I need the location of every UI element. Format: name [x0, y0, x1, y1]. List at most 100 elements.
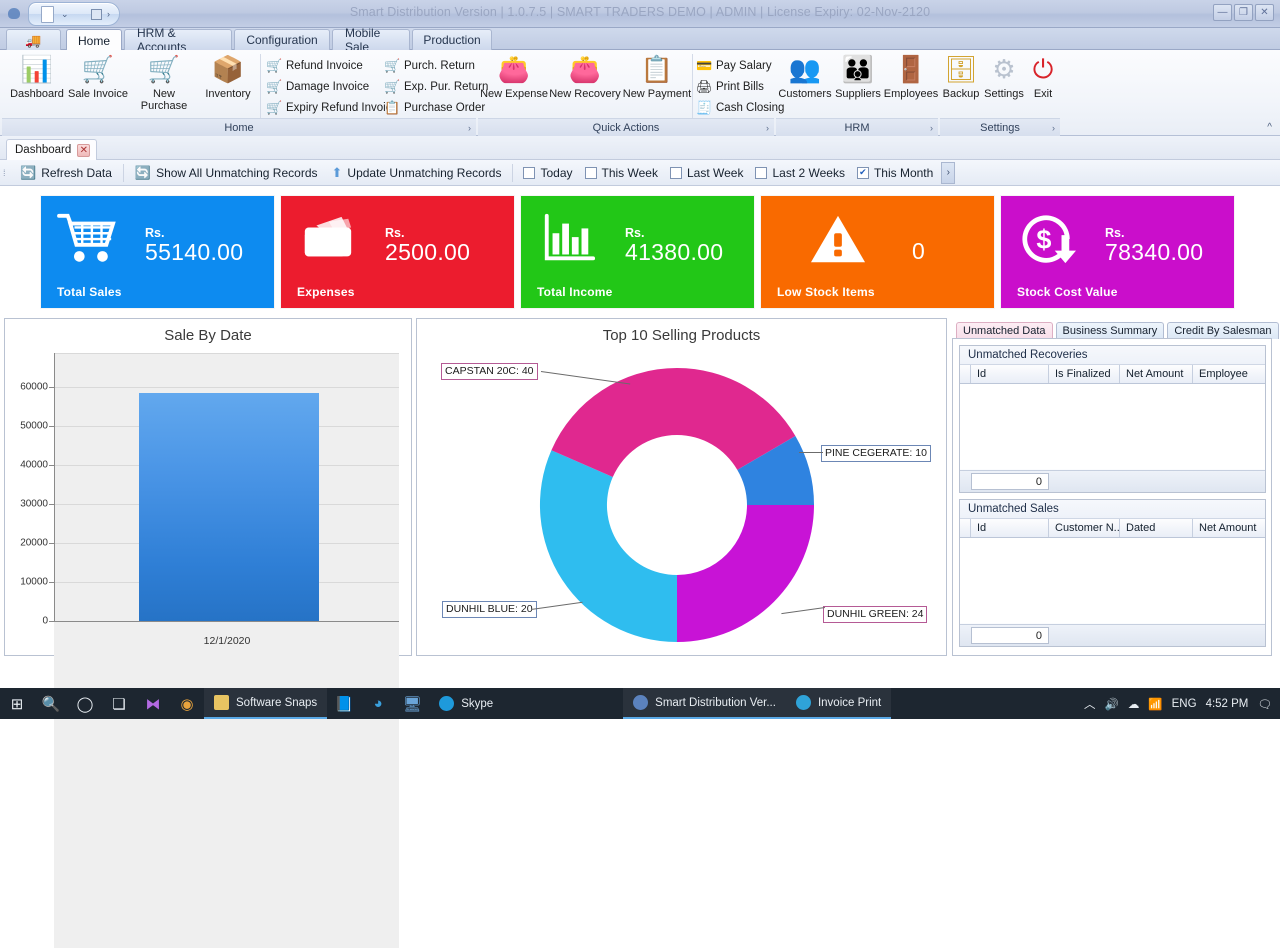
- filter-checkbox-last-week[interactable]: Last Week: [664, 164, 749, 182]
- tab-credit-by-salesman[interactable]: Credit By Salesman: [1167, 322, 1278, 339]
- column-header-net-amount[interactable]: Net Amount: [1120, 365, 1193, 383]
- notification-icon[interactable]: 🗨: [1257, 697, 1272, 711]
- kpi-tile-total-income[interactable]: Rs. 41380.00 Total Income: [521, 196, 754, 308]
- vs-code-icon[interactable]: ⧓: [136, 688, 170, 719]
- column-header-is-finalized[interactable]: Is Finalized: [1049, 365, 1120, 383]
- dialog-launcher-icon[interactable]: ›: [930, 119, 933, 137]
- ribbon-button-sale-invoice[interactable]: 🛒 Sale Invoice: [67, 54, 129, 116]
- donut-slice-dunhil-green[interactable]: [677, 505, 814, 642]
- close-icon[interactable]: ✕: [77, 144, 90, 157]
- checkbox-icon[interactable]: [523, 167, 535, 179]
- clock[interactable]: 4:52 PM: [1206, 698, 1249, 710]
- ribbon-button-exit[interactable]: ⏻ Exit: [1026, 54, 1060, 116]
- grid-body[interactable]: [960, 384, 1265, 469]
- volume-icon[interactable]: 🔊: [1104, 697, 1118, 711]
- ribbon-button-new-recovery[interactable]: 👛 New Recovery: [549, 54, 621, 116]
- donut-label-pine: PINE CEGERATE: 10: [821, 445, 931, 462]
- ribbon-button-dashboard[interactable]: 📊 Dashboard: [6, 54, 68, 116]
- start-icon[interactable]: ⊞: [0, 688, 34, 719]
- close-button[interactable]: ✕: [1255, 4, 1274, 21]
- language-indicator[interactable]: ENG: [1172, 698, 1197, 710]
- toolbar-grip[interactable]: ⁞: [3, 165, 13, 181]
- ribbon-tab-truck[interactable]: 🚚: [6, 29, 61, 50]
- donut-slice-dunhil-blue[interactable]: [540, 450, 677, 642]
- ribbon-button-exp-pur-return[interactable]: 🛒 Exp. Pur. Return: [384, 77, 488, 96]
- ribbon-button-new-payment[interactable]: 📋 New Payment: [622, 54, 692, 116]
- cortana-icon[interactable]: ◯: [68, 688, 102, 719]
- ribbon-tab-configuration[interactable]: Configuration: [234, 29, 330, 50]
- ribbon-tab-hrm-accounts[interactable]: HRM & Accounts: [124, 29, 232, 50]
- chrome-icon[interactable]: ◉: [170, 688, 204, 719]
- dialog-launcher-icon[interactable]: ›: [1052, 119, 1055, 137]
- column-header-id[interactable]: Id: [971, 519, 1049, 537]
- ribbon-tab-home[interactable]: Home: [66, 29, 122, 51]
- ribbon-button-settings[interactable]: ⚙ Settings: [982, 54, 1026, 116]
- kpi-tile-stock-cost-value[interactable]: $ Rs. 78340.00 Stock Cost Value: [1001, 196, 1234, 308]
- update-unmatching-records-button[interactable]: ⬆ Update Unmatching Records: [325, 163, 509, 183]
- ribbon-tab-production[interactable]: Production: [412, 29, 492, 50]
- search-icon[interactable]: 🔍: [34, 688, 68, 719]
- column-header-customer-name[interactable]: Customer N...: [1049, 519, 1120, 537]
- filter-checkbox-this-month[interactable]: ✔ This Month: [851, 164, 939, 182]
- grid-caption: Unmatched Recoveries: [960, 346, 1265, 365]
- filter-checkbox-last-2-weeks[interactable]: Last 2 Weeks: [749, 164, 850, 182]
- kpi-tile-expenses[interactable]: Rs. 2500.00 Expenses: [281, 196, 514, 308]
- ribbon-button-purchase-order[interactable]: 📋 Purchase Order: [384, 98, 485, 117]
- warning-icon: [807, 212, 869, 268]
- ribbon-collapse-button[interactable]: ^: [1267, 122, 1272, 133]
- checkbox-icon[interactable]: ✔: [857, 167, 869, 179]
- ribbon-button-pay-salary[interactable]: 💳 Pay Salary: [696, 56, 772, 75]
- kpi-tiles: Rs. 55140.00 Total Sales Rs. 2500.00 Exp…: [0, 186, 1280, 318]
- ribbon-tab-mobile-sale[interactable]: Mobile Sale: [332, 29, 410, 50]
- ribbon-button-refund-invoice[interactable]: 🛒 Refund Invoice: [266, 56, 363, 75]
- document-tab-dashboard[interactable]: Dashboard ✕: [6, 139, 97, 160]
- donut-chart[interactable]: [532, 363, 822, 648]
- ribbon-button-print-bills[interactable]: 🖨 Print Bills: [696, 77, 764, 96]
- ribbon-button-backup[interactable]: 🗄 Backup: [940, 54, 982, 116]
- taskbar-item-skype[interactable]: Skype: [429, 688, 503, 719]
- bar-series-point[interactable]: [139, 393, 319, 621]
- ribbon-button-purch-return[interactable]: 🛒 Purch. Return: [384, 56, 475, 75]
- remote-desktop-icon[interactable]: 🖥: [395, 688, 429, 719]
- edge-icon[interactable]: ◕: [361, 688, 395, 719]
- show-all-unmatching-records-button[interactable]: 🔄 Show All Unmatching Records: [128, 163, 325, 183]
- ribbon-button-new-purchase[interactable]: 🛒 New Purchase: [131, 54, 197, 116]
- column-header-dated[interactable]: Dated: [1120, 519, 1193, 537]
- ribbon-button-cash-closing[interactable]: 🧾 Cash Closing: [696, 98, 784, 117]
- tab-unmatched-data[interactable]: Unmatched Data: [956, 322, 1053, 339]
- ribbon-button-damage-invoice[interactable]: 🛒 Damage Invoice: [266, 77, 369, 96]
- grid-body[interactable]: [960, 538, 1265, 623]
- checkbox-icon[interactable]: [670, 167, 682, 179]
- refresh-data-button[interactable]: 🔄 Refresh Data: [13, 163, 119, 183]
- column-header-net-amount[interactable]: Net Amount: [1193, 519, 1265, 537]
- ribbon-button-inventory[interactable]: 📦 Inventory: [197, 54, 259, 116]
- kpi-tile-total-sales[interactable]: Rs. 55140.00 Total Sales: [41, 196, 274, 308]
- tab-business-summary[interactable]: Business Summary: [1056, 322, 1165, 339]
- taskbar-item-software-snaps[interactable]: Software Snaps: [204, 688, 327, 719]
- chevron-up-icon[interactable]: ︿: [1084, 696, 1096, 712]
- dialog-launcher-icon[interactable]: ›: [766, 119, 769, 137]
- checkbox-icon[interactable]: [755, 167, 767, 179]
- toolbar-overflow-button[interactable]: ›: [941, 162, 955, 184]
- ribbon-button-employees[interactable]: 🚪 Employees: [882, 54, 940, 116]
- checkbox-icon[interactable]: [585, 167, 597, 179]
- column-header-id[interactable]: Id: [971, 365, 1049, 383]
- maximize-button[interactable]: ❐: [1234, 4, 1253, 21]
- dialog-launcher-icon[interactable]: ›: [468, 119, 471, 137]
- wifi-icon[interactable]: 📶: [1148, 697, 1162, 711]
- column-header-employee[interactable]: Employee: [1193, 365, 1265, 383]
- taskbar-item-invoice-print[interactable]: Invoice Print: [786, 688, 891, 719]
- filter-checkbox-this-week[interactable]: This Week: [579, 164, 664, 182]
- onedrive-icon[interactable]: ☁: [1128, 697, 1140, 711]
- ribbon-button-suppliers[interactable]: 👪 Suppliers: [831, 54, 885, 116]
- taskbar-item-smart-distribution[interactable]: Smart Distribution Ver...: [623, 688, 786, 719]
- task-view-icon[interactable]: ❏: [102, 688, 136, 719]
- kpi-tile-low-stock-items[interactable]: 0 Low Stock Items: [761, 196, 994, 308]
- right-panel-tab-strip: Unmatched Data Business Summary Credit B…: [956, 322, 1279, 339]
- ribbon-button-customers[interactable]: 👥 Customers: [778, 54, 832, 116]
- minimize-button[interactable]: —: [1213, 4, 1232, 21]
- notepad-icon[interactable]: 📘: [327, 688, 361, 719]
- ribbon-button-new-expense[interactable]: 👛 New Expense: [480, 54, 548, 116]
- filter-checkbox-today[interactable]: Today: [517, 164, 578, 182]
- ribbon-button-expiry-refund-invoice[interactable]: 🛒 Expiry Refund Invoice: [266, 98, 398, 117]
